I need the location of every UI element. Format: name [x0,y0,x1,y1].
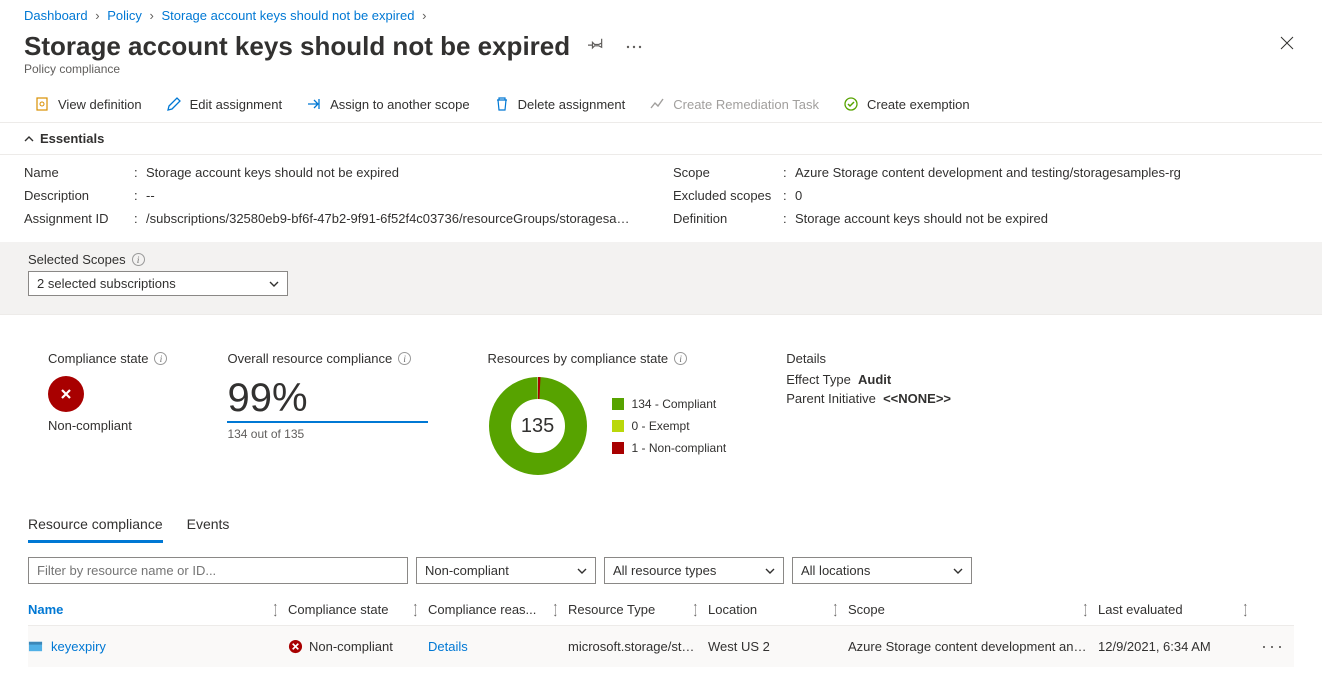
tab-events[interactable]: Events [187,510,230,543]
col-name[interactable]: Name↑↓ [28,594,288,625]
table-row[interactable]: keyexpiry Non-compliant Details microsof… [28,626,1294,667]
compliance-state-tile: Compliance statei Non-compliant [48,351,167,476]
command-bar: View definition Edit assignment Assign t… [0,86,1322,123]
table-header: Name↑↓ Compliance state↑↓ Compliance rea… [28,594,1294,626]
error-icon [288,639,303,654]
breadcrumb-dashboard[interactable]: Dashboard [24,8,88,23]
col-rtype[interactable]: Resource Type↑↓ [568,594,708,625]
ess-desc-value: -- [146,188,649,203]
row-location: West US 2 [708,629,848,664]
ess-def-label: Definition [673,211,783,226]
row-scope: Azure Storage content development an… [848,629,1098,664]
edit-icon [166,96,182,112]
page-subtitle: Policy compliance [0,62,1322,86]
more-icon[interactable] [622,33,646,56]
chevron-down-icon [953,566,963,576]
trash-icon [494,96,510,112]
close-icon[interactable] [1276,32,1298,57]
selected-scopes-dropdown[interactable]: 2 selected subscriptions [28,271,288,296]
ess-scope-label: Scope [673,165,783,180]
legend-exempt: 0 - Exempt [612,419,727,433]
info-icon[interactable]: i [674,352,687,365]
chevron-down-icon [269,279,279,289]
chart-icon [649,96,665,112]
pin-icon[interactable] [584,31,608,58]
assign-scope-button[interactable]: Assign to another scope [296,90,479,118]
row-resource-type: microsoft.storage/st… [568,629,708,664]
ess-assign-label: Assignment ID [24,211,134,226]
row-last-evaluated: 12/9/2021, 6:34 AM [1098,629,1258,664]
chevron-up-icon [24,134,34,144]
col-last[interactable]: Last evaluated↑↓ [1098,594,1258,625]
chevron-right-icon: › [95,8,99,23]
compliance-state-value: Non-compliant [48,418,167,433]
essentials-panel: Name:Storage account keys should not be … [0,155,1322,242]
by-state-tile: Resources by compliance statei 135 134 -… [488,351,727,476]
chevron-right-icon: › [150,8,154,23]
compliance-state-filter[interactable]: Non-compliant [416,557,596,584]
info-icon[interactable]: i [154,352,167,365]
legend-noncompliant: 1 - Non-compliant [612,441,727,455]
page-title: Storage account keys should not be expir… [24,31,570,62]
selected-scopes-label: Selected Scopes i [28,252,1294,267]
ess-scope-value: Azure Storage content development and te… [795,165,1298,180]
chevron-down-icon [765,566,775,576]
chevron-down-icon [577,566,587,576]
resource-filter-input[interactable] [28,557,408,584]
document-icon [34,96,50,112]
ess-excl-value: 0 [795,188,1298,203]
location-filter[interactable]: All locations [792,557,972,584]
details-tile: Details Effect Type Audit Parent Initiat… [786,351,951,476]
col-reason[interactable]: Compliance reas...↑↓ [428,594,568,625]
info-icon[interactable]: i [132,253,145,266]
ess-name-label: Name [24,165,134,180]
delete-assignment-button[interactable]: Delete assignment [484,90,636,118]
tab-resource-compliance[interactable]: Resource compliance [28,510,163,543]
details-link[interactable]: Details [428,639,468,654]
ess-excl-label: Excluded scopes [673,188,783,203]
create-remediation-button: Create Remediation Task [639,90,829,118]
essentials-toggle[interactable]: Essentials [0,123,1322,155]
col-scope[interactable]: Scope↑↓ [848,594,1098,625]
ess-desc-label: Description [24,188,134,203]
info-icon[interactable]: i [398,352,411,365]
overall-percent: 99% [227,376,427,423]
resource-link[interactable]: keyexpiry [28,629,288,664]
breadcrumb-current[interactable]: Storage account keys should not be expir… [161,8,414,23]
col-state[interactable]: Compliance state↑↓ [288,594,428,625]
overall-compliance-tile: Overall resource compliancei 99% 134 out… [227,351,427,476]
donut-total: 135 [488,376,588,476]
overall-sub: 134 out of 135 [227,427,427,441]
legend-compliant: 134 - Compliant [612,397,727,411]
donut-chart: 135 [488,376,588,476]
create-exemption-button[interactable]: Create exemption [833,90,980,118]
resource-type-filter[interactable]: All resource types [604,557,784,584]
chevron-right-icon: › [422,8,426,23]
edit-assignment-button[interactable]: Edit assignment [156,90,293,118]
breadcrumb-policy[interactable]: Policy [107,8,142,23]
ess-assign-value: /subscriptions/32580eb9-bf6f-47b2-9f91-6… [146,211,649,226]
storage-account-icon [28,639,43,654]
row-compliance-state: Non-compliant [288,629,428,664]
breadcrumb: Dashboard › Policy › Storage account key… [0,0,1322,27]
checkmark-icon [843,96,859,112]
share-icon [306,96,322,112]
col-location[interactable]: Location↑↓ [708,594,848,625]
view-definition-button[interactable]: View definition [24,90,152,118]
row-more-icon[interactable]: ··· [1258,626,1298,667]
ess-name-value: Storage account keys should not be expir… [146,165,649,180]
ess-def-value: Storage account keys should not be expir… [795,211,1298,226]
noncompliant-badge-icon [48,376,84,412]
